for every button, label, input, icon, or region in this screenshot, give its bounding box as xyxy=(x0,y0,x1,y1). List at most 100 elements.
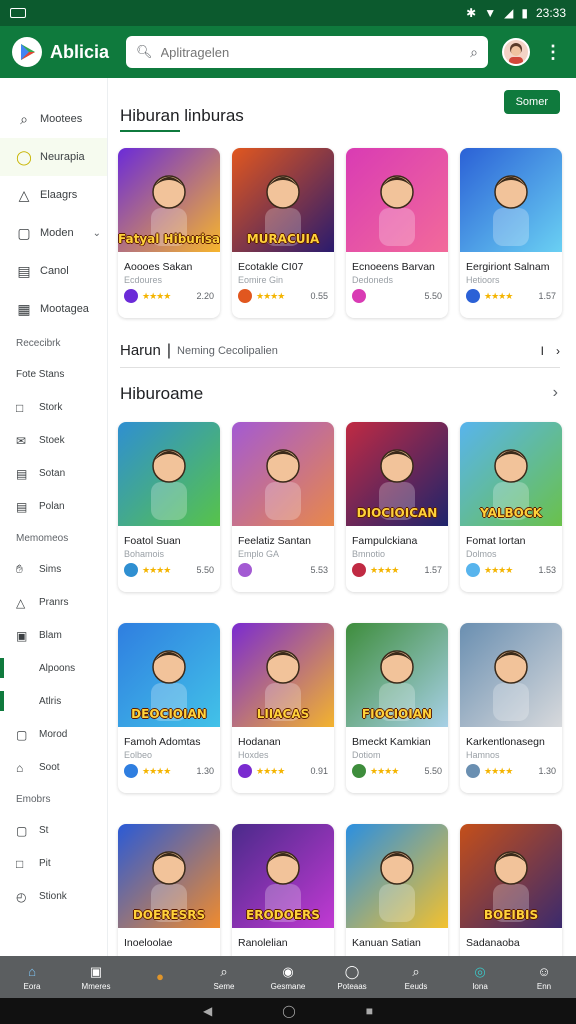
bottom-nav-label: Mmeres xyxy=(81,981,111,991)
app-meta: ★★★★ 1.53 xyxy=(460,559,562,581)
card-row: Fatyal Hiburisa Aoooes Sakan Ecdoures ★★★★ 2… xyxy=(118,148,562,318)
app-card[interactable]: LIIACAS Hodanan Hoxdes ★★★★ 0.91 xyxy=(232,623,334,793)
app-card[interactable]: DIOCIOICAN Fampulckiana Bmnotio ★★★★ 1.57 xyxy=(346,422,448,592)
search-input[interactable] xyxy=(160,44,471,60)
sidebar-subitem[interactable]: ✉ Stoek xyxy=(0,424,107,457)
app-thumbnail[interactable]: Fatyal Hiburisa xyxy=(118,148,220,252)
app-thumbnail[interactable] xyxy=(346,148,448,252)
app-card[interactable]: DOERESRS Inoeloolae xyxy=(118,824,220,956)
app-card[interactable]: YALBOCK Fomat Iortan Dolmos ★★★★ 1.53 xyxy=(460,422,562,592)
app-thumbnail[interactable]: DIOCIOICAN xyxy=(346,422,448,526)
app-thumbnail[interactable]: DOERESRS xyxy=(118,824,220,928)
bottom-nav-item[interactable]: ● xyxy=(128,956,192,998)
more-options-icon[interactable]: ⋮ xyxy=(544,42,562,63)
app-developer: Hoxdes xyxy=(238,750,269,760)
rating-stars: ★★★★ xyxy=(370,564,399,575)
home-icon[interactable]: ◯ xyxy=(282,1004,295,1018)
sidebar-item-5[interactable]: ▦ Mootagea xyxy=(0,290,107,328)
back-icon[interactable]: ◀ xyxy=(203,1004,212,1018)
section-action-button[interactable]: Somer xyxy=(503,90,560,114)
search-bar[interactable]: 🔍︎ ⌕ xyxy=(126,36,488,68)
sidebar-subitem[interactable]: Fote Stans xyxy=(0,358,107,391)
app-thumbnail[interactable] xyxy=(460,623,562,727)
search-icon: 🔍︎ xyxy=(136,44,153,59)
app-card[interactable]: Fatyal Hiburisa Aoooes Sakan Ecdoures ★★★★ 2… xyxy=(118,148,220,318)
sidebar-subitem[interactable]: □ Pit xyxy=(0,847,107,880)
chevron-right-icon[interactable]: › xyxy=(556,344,560,358)
search-icon: ⌕ xyxy=(412,963,420,979)
sidebar-subitem[interactable]: ▢ Morod xyxy=(0,718,107,751)
app-thumbnail[interactable] xyxy=(460,148,562,252)
sidebar-item-4[interactable]: ▤ Canol xyxy=(0,252,107,290)
status-bar: ✱ ▼ ◢ ▮ 23:33 xyxy=(0,0,576,26)
app-thumbnail[interactable]: MURACUIA xyxy=(232,148,334,252)
sidebar-subitem-active[interactable]: Atlris xyxy=(0,685,107,718)
sidebar-subitem[interactable]: ▤ Polan xyxy=(0,490,107,523)
app-thumbnail[interactable] xyxy=(118,422,220,526)
recents-icon[interactable]: ■ xyxy=(366,1004,373,1018)
app-thumbnail[interactable]: FIOCIOIAN xyxy=(346,623,448,727)
sidebar-subitem[interactable]: ▣ Blam xyxy=(0,619,107,652)
calendar-icon: ▤ xyxy=(16,499,28,514)
app-developer: Emplo GA xyxy=(238,549,280,559)
app-thumbnail[interactable] xyxy=(232,422,334,526)
bottom-nav-item[interactable]: ▣ Mmeres xyxy=(64,956,128,998)
sidebar-item-2[interactable]: △ Elaagrs xyxy=(0,176,107,214)
sidebar-subitem[interactable]: ◴ Stionk xyxy=(0,880,107,913)
app-mini-icon xyxy=(238,563,252,577)
sidebar-subitem-active[interactable]: Alpoons xyxy=(0,652,107,685)
game-character-art xyxy=(379,851,415,922)
app-card[interactable]: BOEIBIS Sadanaoba xyxy=(460,824,562,956)
avatar[interactable] xyxy=(502,38,530,66)
app-card[interactable]: Ecnoeens Barvan Dedoneds 5.50 xyxy=(346,148,448,318)
sub-section-row[interactable]: Harun | Neming Cecolipalien I › xyxy=(120,334,560,368)
sidebar-item-0[interactable]: ⌕ Mootees xyxy=(0,100,107,138)
app-card[interactable]: DEOCIOIAN Famoh Adomtas Eolbeo ★★★★ 1.30 xyxy=(118,623,220,793)
bottom-nav-item[interactable]: ⌕ Eeuds xyxy=(384,956,448,998)
bottom-nav-item[interactable]: ⌂ Eora xyxy=(0,956,64,998)
rating-stars: ★★★★ xyxy=(370,765,399,776)
app-card[interactable]: Feelatiz Santan Emplo GA 5.53 xyxy=(232,422,334,592)
app-mini-icon xyxy=(238,289,252,303)
sidebar-subitem[interactable]: ▤ Sotan xyxy=(0,457,107,490)
chevron-right-icon[interactable]: › xyxy=(553,384,558,402)
app-thumbnail[interactable]: YALBOCK xyxy=(460,422,562,526)
app-card[interactable]: ERODOERS Ranolelian xyxy=(232,824,334,956)
bottom-nav-label: Seme xyxy=(213,981,235,991)
app-meta: ★★★★ 1.57 xyxy=(460,285,562,307)
app-card[interactable]: FIOCIOIAN Bmeckt Kamkian Dotiom ★★★★ 5.50 xyxy=(346,623,448,793)
sidebar-item-label: Blam xyxy=(39,630,62,641)
sidebar-subitem[interactable]: ⌂ Soot xyxy=(0,751,107,784)
app-logo-icon[interactable] xyxy=(12,37,42,67)
app-card[interactable]: Kanuan Satian xyxy=(346,824,448,956)
app-name: Foatol Suan xyxy=(124,535,181,547)
game-character-art xyxy=(493,650,529,721)
app-card[interactable]: Eergiriont Salnam Hetioors ★★★★ 1.57 xyxy=(460,148,562,318)
bottom-nav-item[interactable]: ☺ Enn xyxy=(512,956,576,998)
sidebar-subitem[interactable]: □ Stork xyxy=(0,391,107,424)
sidebar-item-1[interactable]: ◯ Neurapia xyxy=(0,138,107,176)
app-card[interactable]: MURACUIA Ecotakle CI07 Eomire Gin ★★★★ 0.55 xyxy=(232,148,334,318)
chevron-down-icon[interactable]: ⌄ xyxy=(93,228,101,239)
section-header: Hiburoame xyxy=(120,384,203,404)
sidebar-subitem[interactable]: ✋︎ Sims xyxy=(0,553,107,586)
app-thumbnail[interactable]: ERODOERS xyxy=(232,824,334,928)
app-thumbnail[interactable]: DEOCIOIAN xyxy=(118,623,220,727)
app-card[interactable]: Foatol Suan Bohamois ★★★★ 5.50 xyxy=(118,422,220,592)
app-thumbnail[interactable] xyxy=(346,824,448,928)
app-card[interactable]: Karkentlonasegn Hamnos ★★★★ 1.30 xyxy=(460,623,562,793)
sidebar-subitem[interactable]: △ Pranrs xyxy=(0,586,107,619)
bottom-nav-item[interactable]: ⌕ Seme xyxy=(192,956,256,998)
bottom-nav-item[interactable]: ◯ Poteaas xyxy=(320,956,384,998)
app-thumbnail[interactable]: LIIACAS xyxy=(232,623,334,727)
text-cursor: | xyxy=(166,341,172,359)
bottom-nav-item[interactable]: ◎ Iona xyxy=(448,956,512,998)
sidebar-item-3[interactable]: ▢ Moden ⌄ xyxy=(0,214,107,252)
search-submit-icon[interactable]: ⌕ xyxy=(470,44,478,61)
app-developer: Dotiom xyxy=(352,750,381,760)
sidebar-heading: Rececibrk xyxy=(16,337,61,349)
app-thumbnail[interactable]: BOEIBIS xyxy=(460,824,562,928)
thumbnail-title: LIIACAS xyxy=(256,707,310,721)
bottom-nav-item[interactable]: ◉ Gesmane xyxy=(256,956,320,998)
sidebar-subitem[interactable]: ▢ St xyxy=(0,814,107,847)
